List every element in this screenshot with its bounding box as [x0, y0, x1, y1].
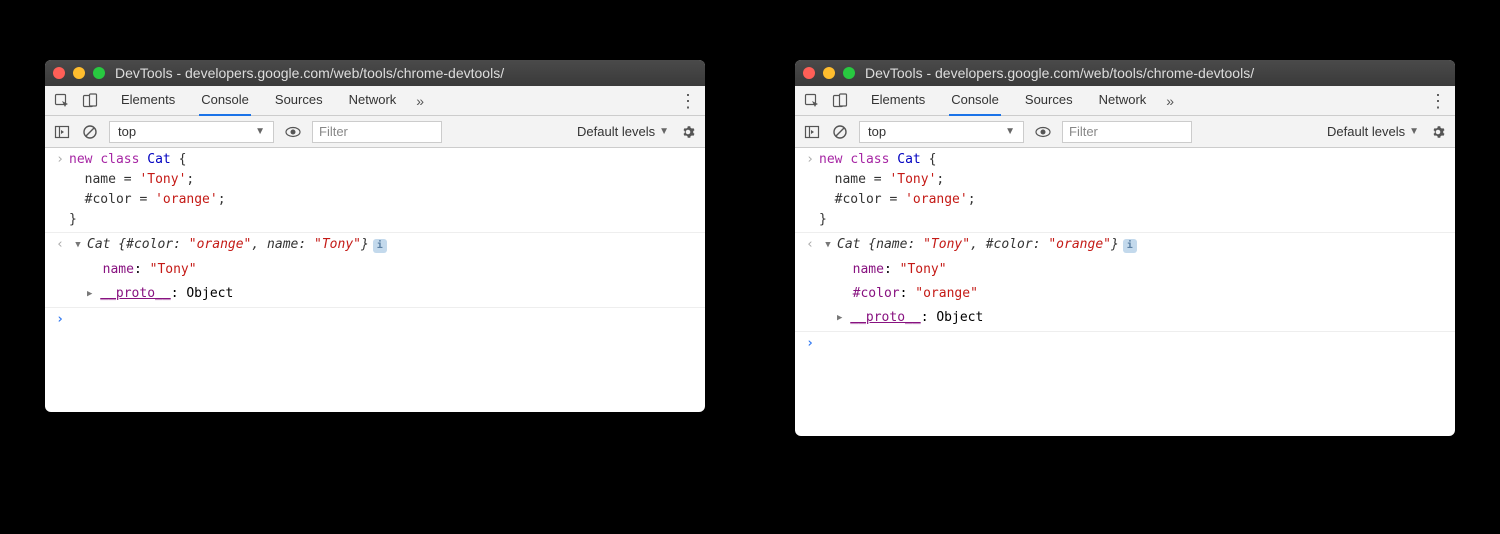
- context-value: top: [868, 124, 886, 139]
- clear-console-icon[interactable]: [831, 123, 849, 141]
- clear-console-icon[interactable]: [81, 123, 99, 141]
- proto-key[interactable]: __proto__: [100, 286, 170, 301]
- device-toolbar-icon[interactable]: [81, 92, 99, 110]
- levels-label: Default levels: [577, 124, 655, 139]
- output-prompt-icon: ‹: [51, 235, 69, 256]
- expand-toggle-icon[interactable]: [837, 308, 842, 328]
- inspect-element-icon[interactable]: [803, 92, 821, 110]
- console-output: › new class Cat { name = 'Tony'; #color …: [45, 148, 705, 412]
- console-input-echo: › new class Cat { name = 'Tony'; #color …: [795, 148, 1455, 233]
- object-proto-row: __proto__: Object: [795, 306, 1455, 332]
- console-result: ‹ Cat {#color: "orange", name: "Tony"} i: [45, 233, 705, 258]
- console-prompt-row[interactable]: ›: [45, 308, 705, 332]
- input-prompt-icon: ›: [51, 150, 69, 230]
- proto-key[interactable]: __proto__: [850, 310, 920, 325]
- console-toolbar: top ▼ Default levels ▼: [45, 116, 705, 148]
- prop-val: "Tony": [150, 262, 197, 277]
- live-expression-icon[interactable]: [1034, 123, 1052, 141]
- chevron-down-icon: ▼: [1005, 126, 1015, 137]
- object-summary[interactable]: Cat {#color: "orange", name: "Tony"}: [87, 237, 369, 252]
- chevron-down-icon: ▼: [1409, 126, 1419, 137]
- object-proto-row: __proto__: Object: [45, 282, 705, 308]
- console-settings-icon[interactable]: [679, 123, 697, 141]
- inspect-element-icon[interactable]: [53, 92, 71, 110]
- prop-key: #color: [853, 286, 900, 301]
- devtools-window-left: DevTools - developers.google.com/web/too…: [45, 60, 705, 412]
- input-prompt-icon: ›: [801, 150, 819, 230]
- object-property-row: name: "Tony": [45, 258, 705, 282]
- tab-network[interactable]: Network: [347, 85, 399, 116]
- prop-val: "Tony": [900, 262, 947, 277]
- tab-console[interactable]: Console: [949, 85, 1001, 116]
- console-result: ‹ Cat {name: "Tony", #color: "orange"} i: [795, 233, 1455, 258]
- chevron-down-icon: ▼: [659, 126, 669, 137]
- tab-elements[interactable]: Elements: [869, 85, 927, 116]
- toggle-sidebar-icon[interactable]: [803, 123, 821, 141]
- input-prompt-icon: ›: [51, 310, 69, 330]
- proto-val: Object: [936, 310, 983, 325]
- context-value: top: [118, 124, 136, 139]
- log-levels-selector[interactable]: Default levels ▼: [1327, 124, 1419, 139]
- devtools-window-right: DevTools - developers.google.com/web/too…: [795, 60, 1455, 436]
- close-window-button[interactable]: [803, 67, 815, 79]
- window-title: DevTools - developers.google.com/web/too…: [865, 65, 1254, 81]
- live-expression-icon[interactable]: [284, 123, 302, 141]
- tab-sources[interactable]: Sources: [1023, 85, 1075, 116]
- tab-network[interactable]: Network: [1097, 85, 1149, 116]
- info-icon[interactable]: i: [1123, 239, 1137, 253]
- input-prompt-icon: ›: [801, 334, 819, 354]
- chevron-down-icon: ▼: [255, 126, 265, 137]
- device-toolbar-icon[interactable]: [831, 92, 849, 110]
- object-property-row: #color: "orange": [795, 282, 1455, 306]
- proto-val: Object: [186, 286, 233, 301]
- close-window-button[interactable]: [53, 67, 65, 79]
- object-summary[interactable]: Cat {name: "Tony", #color: "orange"}: [837, 237, 1119, 252]
- tab-console[interactable]: Console: [199, 85, 251, 116]
- more-tabs-icon[interactable]: »: [1166, 93, 1174, 109]
- tab-elements[interactable]: Elements: [119, 85, 177, 116]
- console-output: › new class Cat { name = 'Tony'; #color …: [795, 148, 1455, 436]
- output-prompt-icon: ‹: [801, 235, 819, 256]
- expand-toggle-icon[interactable]: [75, 235, 80, 255]
- log-levels-selector[interactable]: Default levels ▼: [577, 124, 669, 139]
- window-title: DevTools - developers.google.com/web/too…: [115, 65, 504, 81]
- console-input-code[interactable]: new class Cat { name = 'Tony'; #color = …: [69, 150, 699, 230]
- console-input-echo: › new class Cat { name = 'Tony'; #color …: [45, 148, 705, 233]
- more-tabs-icon[interactable]: »: [416, 93, 424, 109]
- info-icon[interactable]: i: [373, 239, 387, 253]
- maximize-window-button[interactable]: [93, 67, 105, 79]
- expand-toggle-icon[interactable]: [87, 284, 92, 304]
- console-settings-icon[interactable]: [1429, 123, 1447, 141]
- window-titlebar[interactable]: DevTools - developers.google.com/web/too…: [45, 60, 705, 86]
- object-property-row: name: "Tony": [795, 258, 1455, 282]
- minimize-window-button[interactable]: [73, 67, 85, 79]
- prop-val: "orange": [915, 286, 978, 301]
- minimize-window-button[interactable]: [823, 67, 835, 79]
- console-toolbar: top ▼ Default levels ▼: [795, 116, 1455, 148]
- prop-key: name: [103, 262, 134, 277]
- prop-key: name: [853, 262, 884, 277]
- console-filter-input[interactable]: [1062, 121, 1192, 143]
- execution-context-selector[interactable]: top ▼: [109, 121, 274, 143]
- console-prompt-row[interactable]: ›: [795, 332, 1455, 356]
- console-input-code[interactable]: new class Cat { name = 'Tony'; #color = …: [819, 150, 1449, 230]
- console-filter-input[interactable]: [312, 121, 442, 143]
- execution-context-selector[interactable]: top ▼: [859, 121, 1024, 143]
- maximize-window-button[interactable]: [843, 67, 855, 79]
- devtools-tabstrip: Elements Console Sources Network » ⋮: [795, 86, 1455, 116]
- expand-toggle-icon[interactable]: [825, 235, 830, 255]
- levels-label: Default levels: [1327, 124, 1405, 139]
- devtools-tabstrip: Elements Console Sources Network » ⋮: [45, 86, 705, 116]
- tab-sources[interactable]: Sources: [273, 85, 325, 116]
- toggle-sidebar-icon[interactable]: [53, 123, 71, 141]
- window-titlebar[interactable]: DevTools - developers.google.com/web/too…: [795, 60, 1455, 86]
